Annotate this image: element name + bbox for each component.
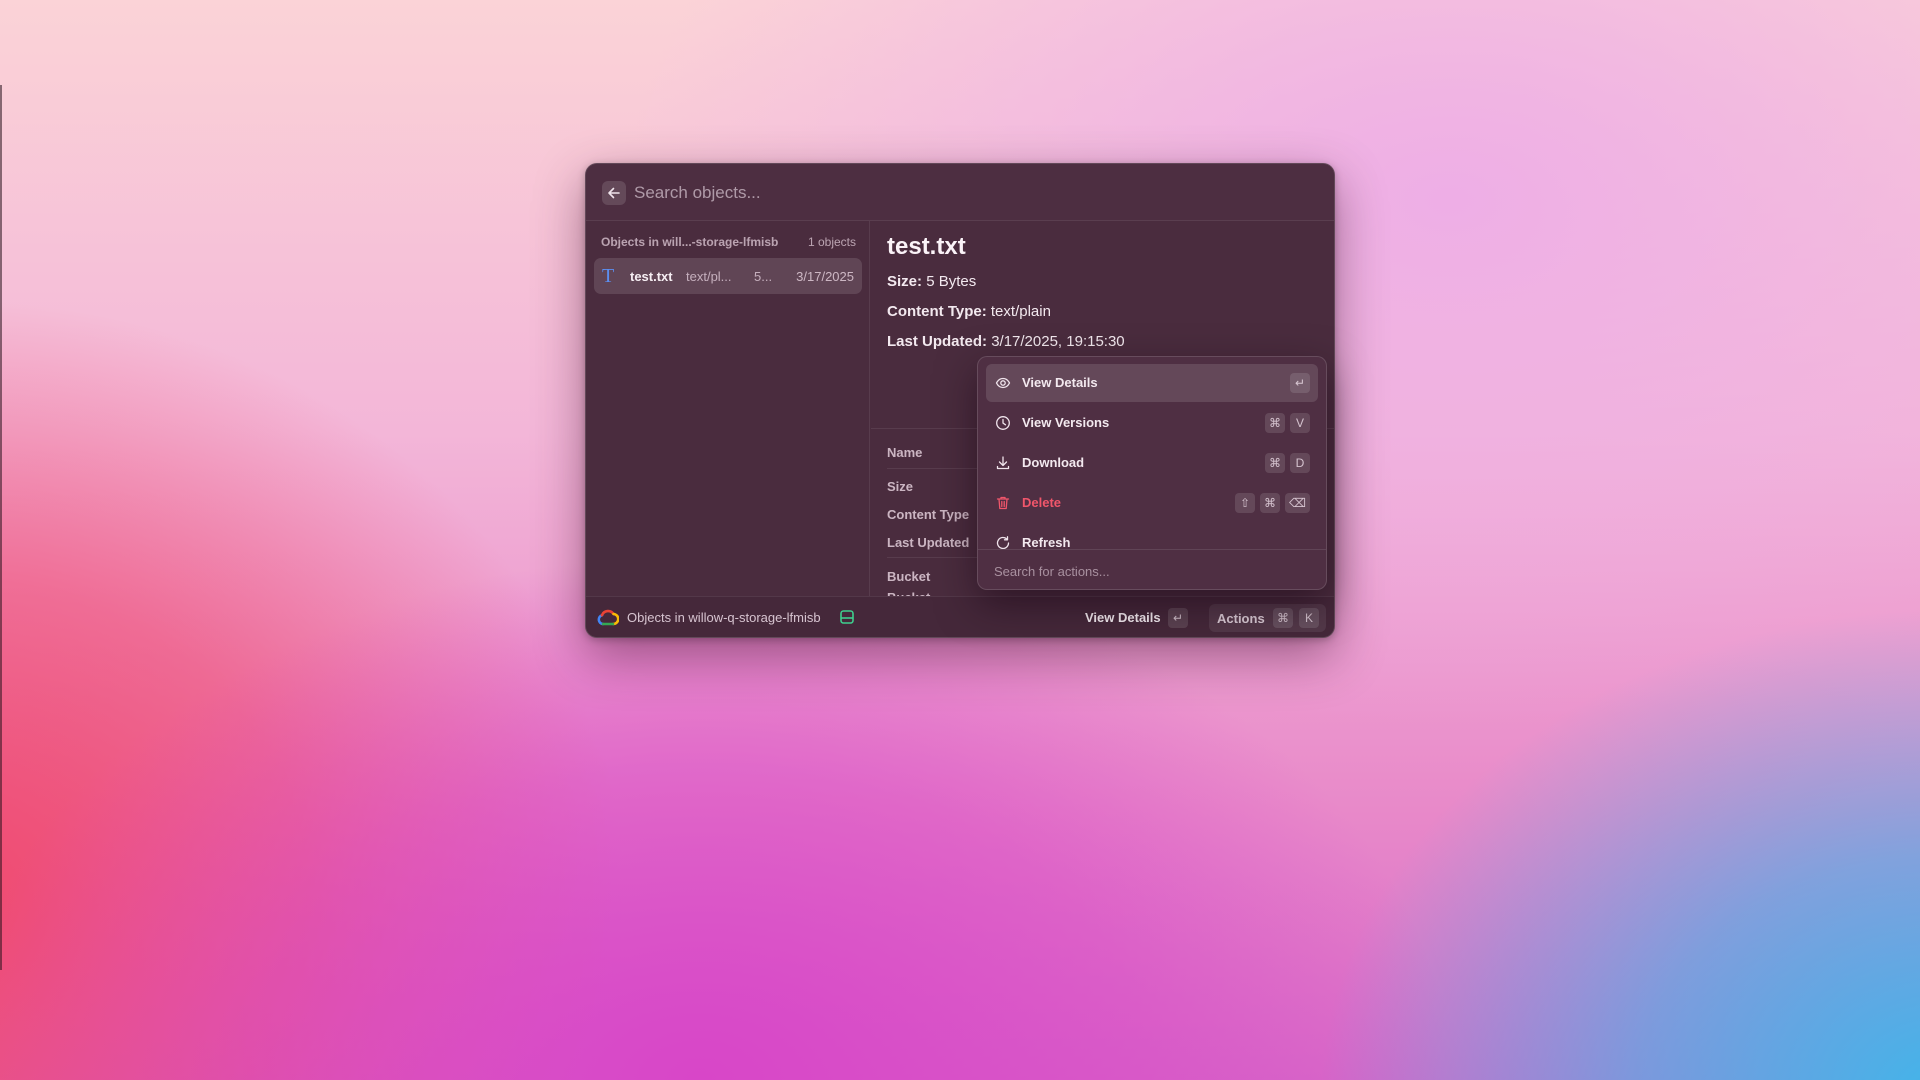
content-type-value: text/plain xyxy=(990,303,1051,320)
menu-item-refresh[interactable]: Refresh xyxy=(986,524,1318,549)
actions-button-label: Actions xyxy=(1217,611,1265,626)
menu-item-label: Refresh xyxy=(1022,535,1071,549)
clock-icon xyxy=(996,416,1010,430)
last-updated-value: 3/17/2025, 19:15:30 xyxy=(991,333,1125,350)
backspace-key-hint: ⌫ xyxy=(1285,493,1310,513)
object-name: test.txt xyxy=(630,268,673,284)
actions-list: View Details ↵ View Versions ⌘ V Downloa… xyxy=(978,357,1326,549)
actions-search xyxy=(978,549,1326,589)
download-icon xyxy=(996,456,1010,470)
view-details-button[interactable]: View Details xyxy=(1085,610,1161,625)
refresh-icon xyxy=(996,536,1010,549)
object-size: 5... xyxy=(754,268,773,284)
footer-title: Objects in willow-q-storage-lfmisb xyxy=(627,610,821,625)
size-label: Size: xyxy=(887,273,923,290)
metadata-separator xyxy=(887,557,982,558)
detail-title: test.txt xyxy=(887,233,966,260)
metadata-label: Bucket xyxy=(887,569,931,584)
menu-item-view-versions[interactable]: View Versions ⌘ V xyxy=(986,404,1318,442)
shortcut-keys: ⇧ ⌘ ⌫ xyxy=(1235,493,1310,513)
cmd-key-hint: ⌘ xyxy=(1273,608,1293,628)
enter-key-hint: ↵ xyxy=(1168,608,1188,628)
footer-bar: Objects in willow-q-storage-lfmisb View … xyxy=(586,596,1334,637)
menu-item-label: Delete xyxy=(1022,495,1062,510)
size-value: 5 Bytes xyxy=(926,273,977,290)
object-count: 1 objects xyxy=(807,235,856,249)
content-type-label: Content Type: xyxy=(887,303,987,320)
detail-last-updated: Last Updated: 3/17/2025, 19:15:30 xyxy=(887,333,1125,350)
menu-item-view-details[interactable]: View Details ↵ xyxy=(986,364,1318,402)
actions-search-input[interactable] xyxy=(994,560,1304,582)
metadata-label: Size xyxy=(887,479,914,494)
menu-item-delete[interactable]: Delete ⇧ ⌘ ⌫ xyxy=(986,484,1318,522)
v-key-hint: V xyxy=(1290,413,1310,433)
arrow-left-icon xyxy=(608,187,620,199)
text-file-icon: T xyxy=(602,264,615,287)
storage-bucket-icon xyxy=(840,610,854,624)
menu-item-label: View Details xyxy=(1022,375,1098,390)
menu-item-download[interactable]: Download ⌘ D xyxy=(986,444,1318,482)
metadata-label: Content Type xyxy=(887,507,970,522)
metadata-label: Name xyxy=(887,445,923,460)
detail-size: Size: 5 Bytes xyxy=(887,273,976,290)
menu-item-label: View Versions xyxy=(1022,415,1110,430)
k-key-hint: K xyxy=(1299,608,1319,628)
trash-icon xyxy=(996,496,1010,510)
shortcut-keys: ⌘ D xyxy=(1265,453,1310,473)
object-date: 3/17/2025 xyxy=(796,268,854,284)
metadata-separator xyxy=(887,468,982,469)
background-window-edge xyxy=(0,85,2,970)
cmd-key-hint: ⌘ xyxy=(1265,453,1285,473)
last-updated-label: Last Updated: xyxy=(887,333,988,350)
search-input[interactable] xyxy=(634,178,1254,208)
shift-key-hint: ⇧ xyxy=(1235,493,1256,513)
object-content-type: text/pl... xyxy=(686,268,732,284)
actions-menu: View Details ↵ View Versions ⌘ V Downloa… xyxy=(977,356,1327,590)
d-key-hint: D xyxy=(1290,453,1310,473)
object-list: Objects in will...-storage-lfmisb 1 obje… xyxy=(586,221,870,596)
google-cloud-icon xyxy=(597,609,619,626)
search-bar xyxy=(586,164,1334,221)
actions-button[interactable]: Actions ⌘ K xyxy=(1209,604,1326,632)
cmd-key-hint: ⌘ xyxy=(1265,413,1285,433)
list-header: Objects in will...-storage-lfmisb 1 obje… xyxy=(601,235,856,249)
cmd-key-hint: ⌘ xyxy=(1260,493,1281,513)
list-item[interactable]: T test.txt text/pl... 5... 3/17/2025 xyxy=(594,258,862,294)
eye-icon xyxy=(995,377,1011,389)
shortcut-keys: ↵ xyxy=(1290,373,1310,393)
menu-item-label: Download xyxy=(1022,455,1085,470)
detail-content-type: Content Type: text/plain xyxy=(887,303,1051,320)
shortcut-keys: ⌘ V xyxy=(1265,413,1310,433)
back-button[interactable] xyxy=(602,181,626,205)
enter-key-hint: ↵ xyxy=(1290,373,1310,393)
metadata-label: Last Updated xyxy=(887,535,970,550)
list-section-title: Objects in will...-storage-lfmisb xyxy=(601,235,779,249)
